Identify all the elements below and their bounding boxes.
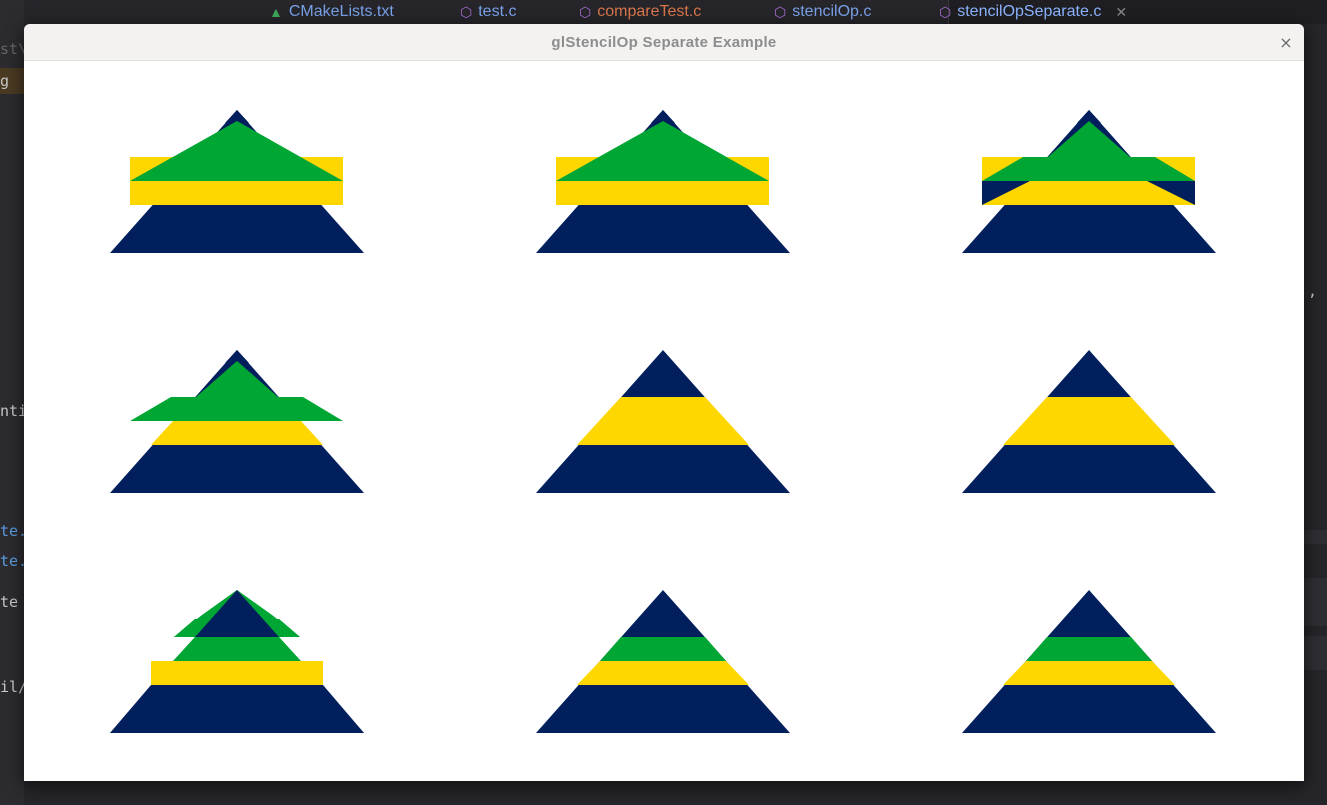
yellow-shape xyxy=(151,661,323,685)
c-file-icon: ⬡ xyxy=(774,3,787,20)
navy-shape xyxy=(110,685,364,733)
green-shape xyxy=(600,637,726,661)
tab-cmakelists[interactable]: ▲ CMakeLists.txt xyxy=(269,0,394,24)
gl-canvas xyxy=(24,61,1304,781)
stencil-panel-9 xyxy=(962,590,1216,733)
green-shape xyxy=(130,361,343,421)
editor-tab-bar: ▲ CMakeLists.txt ⬡ test.c ⬡ compareTest.… xyxy=(269,0,1327,24)
stencil-panel-3 xyxy=(962,110,1216,253)
green-shape xyxy=(1026,637,1152,661)
yellow-shape xyxy=(577,397,749,445)
yellow-shape xyxy=(577,661,749,685)
tab-label: CMakeLists.txt xyxy=(288,3,394,20)
green-shape xyxy=(556,121,769,181)
tab-comparetest-c[interactable]: ⬡ compareTest.c xyxy=(579,0,701,24)
stencil-panel-2 xyxy=(536,110,790,253)
stencil-panel-7 xyxy=(110,590,364,733)
window-titlebar[interactable]: glStencilOp Separate Example × xyxy=(24,24,1304,61)
close-icon[interactable]: × xyxy=(1276,32,1296,52)
tab-close-icon[interactable]: ✕ xyxy=(1115,4,1127,21)
editor-panel-edge xyxy=(1304,530,1327,544)
green-shape xyxy=(173,637,301,661)
tab-test-c[interactable]: ⬡ test.c xyxy=(460,0,516,24)
tab-stencilopseparate-c[interactable]: ⬡ stencilOpSeparate.c ✕ xyxy=(939,0,1127,24)
yellow-shape xyxy=(1003,397,1175,445)
editor-fragment: g xyxy=(0,72,10,90)
tab-stencilop-c[interactable]: ⬡ stencilOp.c xyxy=(774,0,871,24)
stencil-panel-5 xyxy=(536,350,790,493)
c-file-icon: ⬡ xyxy=(939,3,952,20)
tab-label: stencilOp.c xyxy=(792,3,872,20)
editor-fragment: te xyxy=(0,593,19,611)
stencil-panel-1 xyxy=(110,110,364,253)
editor-panel-edge xyxy=(1304,636,1327,670)
stencil-panel-4 xyxy=(110,350,364,493)
window-title: glStencilOp Separate Example xyxy=(551,33,777,51)
green-shape xyxy=(130,121,343,181)
cmake-icon: ▲ xyxy=(269,4,283,20)
stencil-scene xyxy=(110,110,1216,733)
example-window: glStencilOp Separate Example × xyxy=(24,24,1304,781)
tab-label: stencilOpSeparate.c xyxy=(957,3,1102,20)
editor-panel-edge xyxy=(1304,578,1327,626)
c-file-icon: ⬡ xyxy=(460,3,473,20)
editor-fragment: , xyxy=(1308,282,1318,300)
yellow-shape xyxy=(1003,661,1175,685)
tab-label: compareTest.c xyxy=(597,3,702,20)
tab-label: test.c xyxy=(478,3,517,20)
green-shape xyxy=(982,121,1195,181)
c-file-icon: ⬡ xyxy=(579,3,592,20)
stencil-panel-8 xyxy=(536,590,790,733)
stencil-panel-6 xyxy=(962,350,1216,493)
